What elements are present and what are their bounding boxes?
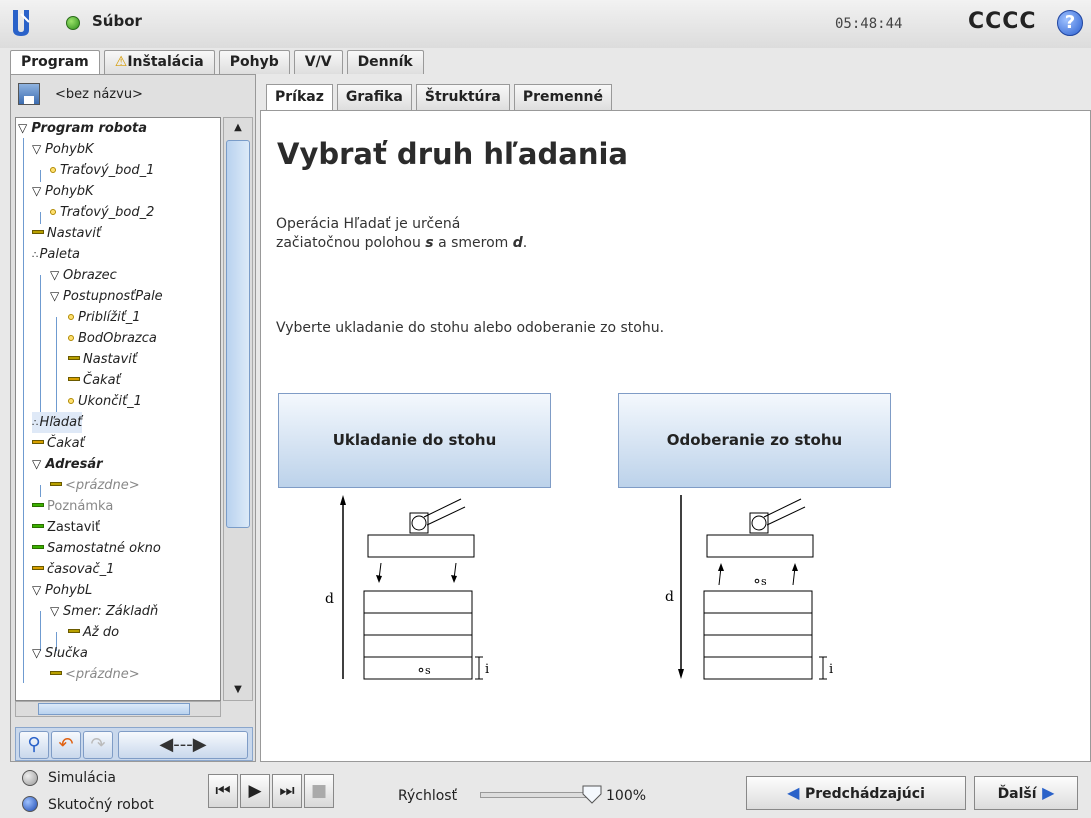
start-position-label: s [761, 575, 767, 588]
robot-status-icon [66, 16, 80, 30]
step-forward-icon[interactable]: ⏭ [272, 774, 302, 808]
arrow-right-icon: ▶ [1036, 783, 1055, 802]
command-panel: Príkaz Grafika Štruktúra Premenné Vybrať… [260, 84, 1091, 762]
tree-line [40, 275, 41, 415]
program-name: <bez názvu> [55, 87, 143, 102]
direction-label: d [325, 591, 334, 607]
robot-name: CCCC [968, 9, 1037, 34]
move-node-icon[interactable]: ◀---▶ [118, 731, 248, 759]
tree-node[interactable]: Samostatné okno [32, 538, 161, 559]
tree-node[interactable]: Čakať [32, 433, 85, 454]
search-icon[interactable]: ⚲ [19, 731, 49, 759]
tree-node[interactable]: Traťový_bod_2 [50, 202, 154, 223]
arrow-left-icon: ◀ [787, 783, 805, 802]
tree-node[interactable]: Až do [68, 622, 119, 643]
tree-node[interactable]: ▽ Adresár [32, 454, 103, 475]
tree-node[interactable]: ▽ Program robota [18, 118, 147, 139]
tree-line [56, 317, 57, 415]
tab-program[interactable]: Program [10, 50, 100, 74]
destacking-diagram: d s i [665, 495, 833, 680]
tree-node[interactable]: Nastaviť [68, 349, 137, 370]
speed-slider-knob[interactable] [582, 784, 602, 804]
scroll-thumb[interactable] [38, 703, 190, 715]
tree-node[interactable]: ▽ PostupnosťPale [50, 286, 163, 307]
tree-line [23, 138, 24, 683]
tree-node[interactable]: ∴ Paleta [32, 244, 80, 265]
simulation-radio[interactable] [22, 770, 38, 786]
play-icon[interactable]: ▶ [240, 774, 270, 808]
skip-back-icon[interactable]: ⏮ [208, 774, 238, 808]
previous-button[interactable]: ◀ Predchádzajúci [746, 776, 966, 810]
tab-log[interactable]: Denník [346, 50, 424, 74]
file-menu[interactable]: Súbor [92, 12, 142, 30]
tree-node[interactable]: ▽ Slučka [32, 643, 88, 664]
warning-icon: ⚠ [114, 54, 128, 70]
top-bar: Súbor 05:48:44 CCCC ? [0, 0, 1091, 48]
tree-node[interactable]: BodObrazca [68, 328, 157, 349]
speed-label: Rýchlosť [398, 788, 458, 804]
tab-io[interactable]: V/V [293, 50, 343, 74]
next-button[interactable]: Ďalší ▶ [974, 776, 1078, 810]
stop-icon[interactable]: ■ [304, 774, 334, 808]
tab-command[interactable]: Príkaz [266, 84, 333, 110]
tree-toolbar: ⚲ ↶ ↷ ◀---▶ [15, 727, 253, 761]
increment-label: i [485, 662, 489, 677]
tree-node[interactable]: ▽ PohybK [32, 139, 94, 160]
stacking-diagram: d s i [325, 495, 489, 680]
tree-node[interactable]: <prázdne> [50, 475, 140, 496]
redo-icon[interactable]: ↷ [83, 731, 113, 759]
tree-node[interactable]: Čakať [68, 370, 121, 391]
destack-button[interactable]: Odoberanie zo stohu [618, 393, 891, 488]
tab-graphics[interactable]: Grafika [336, 84, 412, 110]
description: Operácia Hľadať je určená začiatočnou po… [276, 216, 528, 251]
tree-node[interactable]: Priblížiť_1 [68, 307, 141, 328]
save-icon[interactable] [18, 83, 40, 105]
bottom-bar: Simulácia Skutočný robot ⏮ ▶ ⏭ ■ Rýchlos… [0, 762, 1091, 818]
tree-node[interactable]: <prázdne> [50, 664, 140, 685]
sub-tabs: Príkaz Grafika Štruktúra Premenné [266, 84, 616, 110]
tree-node[interactable]: Poznámka [32, 496, 113, 517]
tree-node[interactable]: ▽ PohybL [32, 580, 92, 601]
scroll-up-icon[interactable]: ▲ [224, 118, 252, 138]
clock: 05:48:44 [835, 16, 903, 32]
increment-label: i [829, 662, 833, 677]
tab-installation[interactable]: ⚠Inštalácia [103, 50, 215, 74]
real-robot-label: Skutočný robot [48, 797, 154, 813]
undo-icon[interactable]: ↶ [51, 731, 81, 759]
tab-installation-label: Inštalácia [127, 54, 204, 70]
tree-node[interactable]: časovač_1 [32, 559, 114, 580]
help-icon[interactable]: ? [1057, 10, 1083, 36]
scroll-down-icon[interactable]: ▼ [224, 680, 252, 700]
instruction: Vyberte ukladanie do stohu alebo odobera… [276, 320, 665, 336]
speed-slider[interactable] [480, 792, 592, 798]
simulation-label: Simulácia [48, 770, 116, 786]
tree-horizontal-scrollbar[interactable] [15, 701, 221, 717]
direction-label: d [665, 589, 674, 605]
real-robot-radio[interactable] [22, 796, 38, 812]
tree-node[interactable]: ▽ Smer: Základň [50, 601, 158, 622]
tree-node-selected[interactable]: ∴ Hľadať [32, 412, 83, 433]
main-tabs: Program ⚠Inštalácia Pohyb V/V Denník [10, 50, 428, 74]
command-content: Vybrať druh hľadania Operácia Hľadať je … [260, 110, 1091, 762]
program-tree-panel: <bez názvu> ▽ Program robota ▽ PohybK Tr… [10, 74, 256, 762]
tree-node[interactable]: Nastaviť [32, 223, 101, 244]
tree-node[interactable]: ▽ Obrazec [50, 265, 117, 286]
ur-logo-icon [13, 10, 30, 36]
tab-structure[interactable]: Štruktúra [415, 84, 510, 110]
tab-move[interactable]: Pohyb [218, 50, 290, 74]
start-position-label: s [425, 664, 431, 677]
tab-variables[interactable]: Premenné [513, 84, 612, 110]
program-header: <bez názvu> [11, 75, 255, 115]
tree-node[interactable]: ▽ PohybK [32, 181, 94, 202]
tree-vertical-scrollbar[interactable]: ▲ ▼ [223, 117, 253, 701]
tree-node[interactable]: Ukončiť_1 [68, 391, 142, 412]
scroll-thumb[interactable] [226, 140, 250, 528]
stack-button[interactable]: Ukladanie do stohu [278, 393, 551, 488]
program-tree[interactable]: ▽ Program robota ▽ PohybK Traťový_bod_1 … [15, 117, 221, 701]
speed-value: 100% [606, 788, 647, 804]
tree-node[interactable]: Traťový_bod_1 [50, 160, 154, 181]
page-title: Vybrať druh hľadania [277, 137, 628, 171]
tree-node[interactable]: Zastaviť [32, 517, 100, 538]
